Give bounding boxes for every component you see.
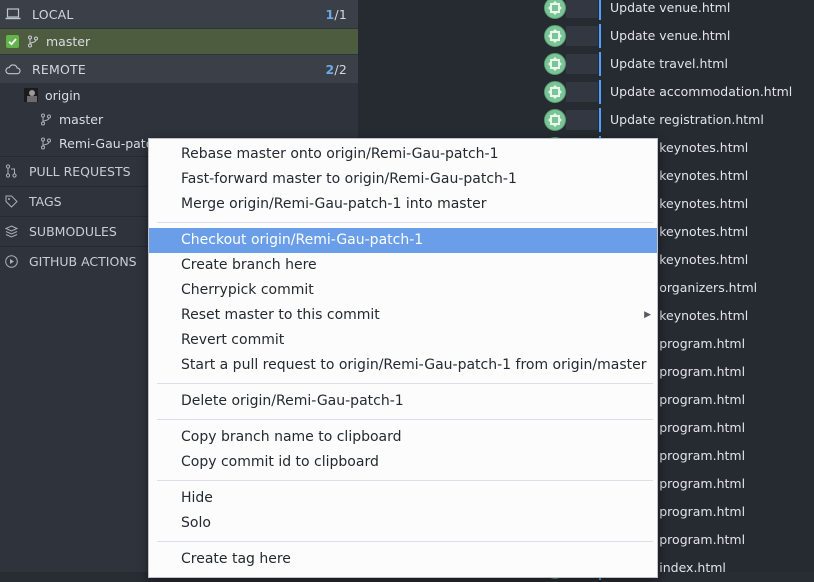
- menu-start-pull-request[interactable]: Start a pull request to origin/Remi-Gau-…: [149, 353, 657, 378]
- section-label: SUBMODULES: [29, 223, 117, 239]
- menu-divider: [157, 383, 653, 384]
- branch-icon: [39, 112, 53, 126]
- commit-row[interactable]: Update registration.html: [358, 106, 814, 134]
- remote-name: origin: [45, 87, 81, 103]
- section-label: TAGS: [29, 193, 62, 209]
- remote-section-header[interactable]: REMOTE 2/2: [0, 55, 358, 83]
- commit-message: Update venue.html: [610, 28, 731, 43]
- menu-item-label: Reset master to this commit: [181, 307, 380, 323]
- menu-create-branch[interactable]: Create branch here: [149, 253, 657, 278]
- laptop-icon: [5, 6, 21, 22]
- pull-request-icon: [4, 164, 18, 178]
- branch-line: [599, 80, 601, 104]
- menu-delete-branch[interactable]: Delete origin/Remi-Gau-patch-1: [149, 389, 657, 414]
- context-menu: Rebase master onto origin/Remi-Gau-patch…: [148, 138, 658, 578]
- commit-row[interactable]: Update venue.html: [358, 0, 814, 22]
- author-avatar: [544, 53, 566, 75]
- remote-count: 2/2: [325, 61, 347, 77]
- commit-row[interactable]: Update venue.html: [358, 22, 814, 50]
- commit-message: Update accommodation.html: [610, 84, 793, 99]
- author-avatar: [544, 25, 566, 47]
- checkbox-checked-icon[interactable]: [5, 35, 19, 49]
- menu-fast-forward[interactable]: Fast-forward master to origin/Remi-Gau-p…: [149, 167, 657, 192]
- branch-icon: [26, 35, 40, 49]
- section-label: PULL REQUESTS: [29, 163, 131, 179]
- section-label: GITHUB ACTIONS: [29, 253, 137, 269]
- local-branch-master[interactable]: master: [0, 29, 358, 54]
- cloud-icon: [5, 61, 21, 77]
- local-section-header[interactable]: LOCAL 1/1: [0, 0, 358, 28]
- menu-divider: [157, 480, 653, 481]
- commit-node-box: [566, 82, 598, 102]
- menu-merge[interactable]: Merge origin/Remi-Gau-patch-1 into maste…: [149, 192, 657, 217]
- menu-reset[interactable]: Reset master to this commit ▶: [149, 303, 657, 328]
- commit-row[interactable]: Update travel.html: [358, 50, 814, 78]
- menu-divider: [157, 541, 653, 542]
- submenu-arrow-icon: ▶: [644, 310, 651, 320]
- author-avatar: [544, 109, 566, 131]
- author-avatar: [544, 0, 566, 19]
- commit-message: Update travel.html: [610, 56, 728, 71]
- menu-solo[interactable]: Solo: [149, 511, 657, 536]
- local-section-label: LOCAL: [32, 6, 74, 22]
- remote-branch-master[interactable]: master: [0, 107, 358, 131]
- branch-label: master: [59, 111, 104, 127]
- commit-node-box: [566, 0, 598, 18]
- remote-avatar: [24, 88, 38, 102]
- menu-cherrypick[interactable]: Cherrypick commit: [149, 278, 657, 303]
- commit-row[interactable]: Update accommodation.html: [358, 78, 814, 106]
- commit-message: Update venue.html: [610, 0, 731, 15]
- branch-line: [599, 52, 601, 76]
- remote-section-label: REMOTE: [32, 61, 86, 77]
- branch-icon: [39, 136, 53, 150]
- commit-node-box: [566, 110, 598, 130]
- menu-divider: [157, 222, 653, 223]
- branch-label: master: [46, 34, 91, 49]
- play-circle-icon: [4, 254, 18, 268]
- commit-node-box: [566, 54, 598, 74]
- commit-node-box: [566, 26, 598, 46]
- branch-line: [599, 0, 601, 20]
- menu-revert[interactable]: Revert commit: [149, 328, 657, 353]
- author-avatar: [544, 81, 566, 103]
- menu-copy-branch-name[interactable]: Copy branch name to clipboard: [149, 425, 657, 450]
- commit-message: Update registration.html: [610, 112, 764, 127]
- menu-copy-commit-id[interactable]: Copy commit id to clipboard: [149, 450, 657, 475]
- menu-checkout[interactable]: Checkout origin/Remi-Gau-patch-1: [149, 228, 657, 253]
- menu-create-tag[interactable]: Create tag here: [149, 547, 657, 572]
- menu-rebase[interactable]: Rebase master onto origin/Remi-Gau-patch…: [149, 142, 657, 167]
- local-branch-count: 1/1: [325, 6, 347, 22]
- tag-icon: [4, 194, 18, 208]
- menu-divider: [157, 419, 653, 420]
- submodule-icon: [4, 224, 18, 238]
- branch-line: [599, 24, 601, 48]
- branch-line: [599, 108, 601, 132]
- remote-origin[interactable]: origin: [0, 83, 358, 107]
- menu-hide[interactable]: Hide: [149, 486, 657, 511]
